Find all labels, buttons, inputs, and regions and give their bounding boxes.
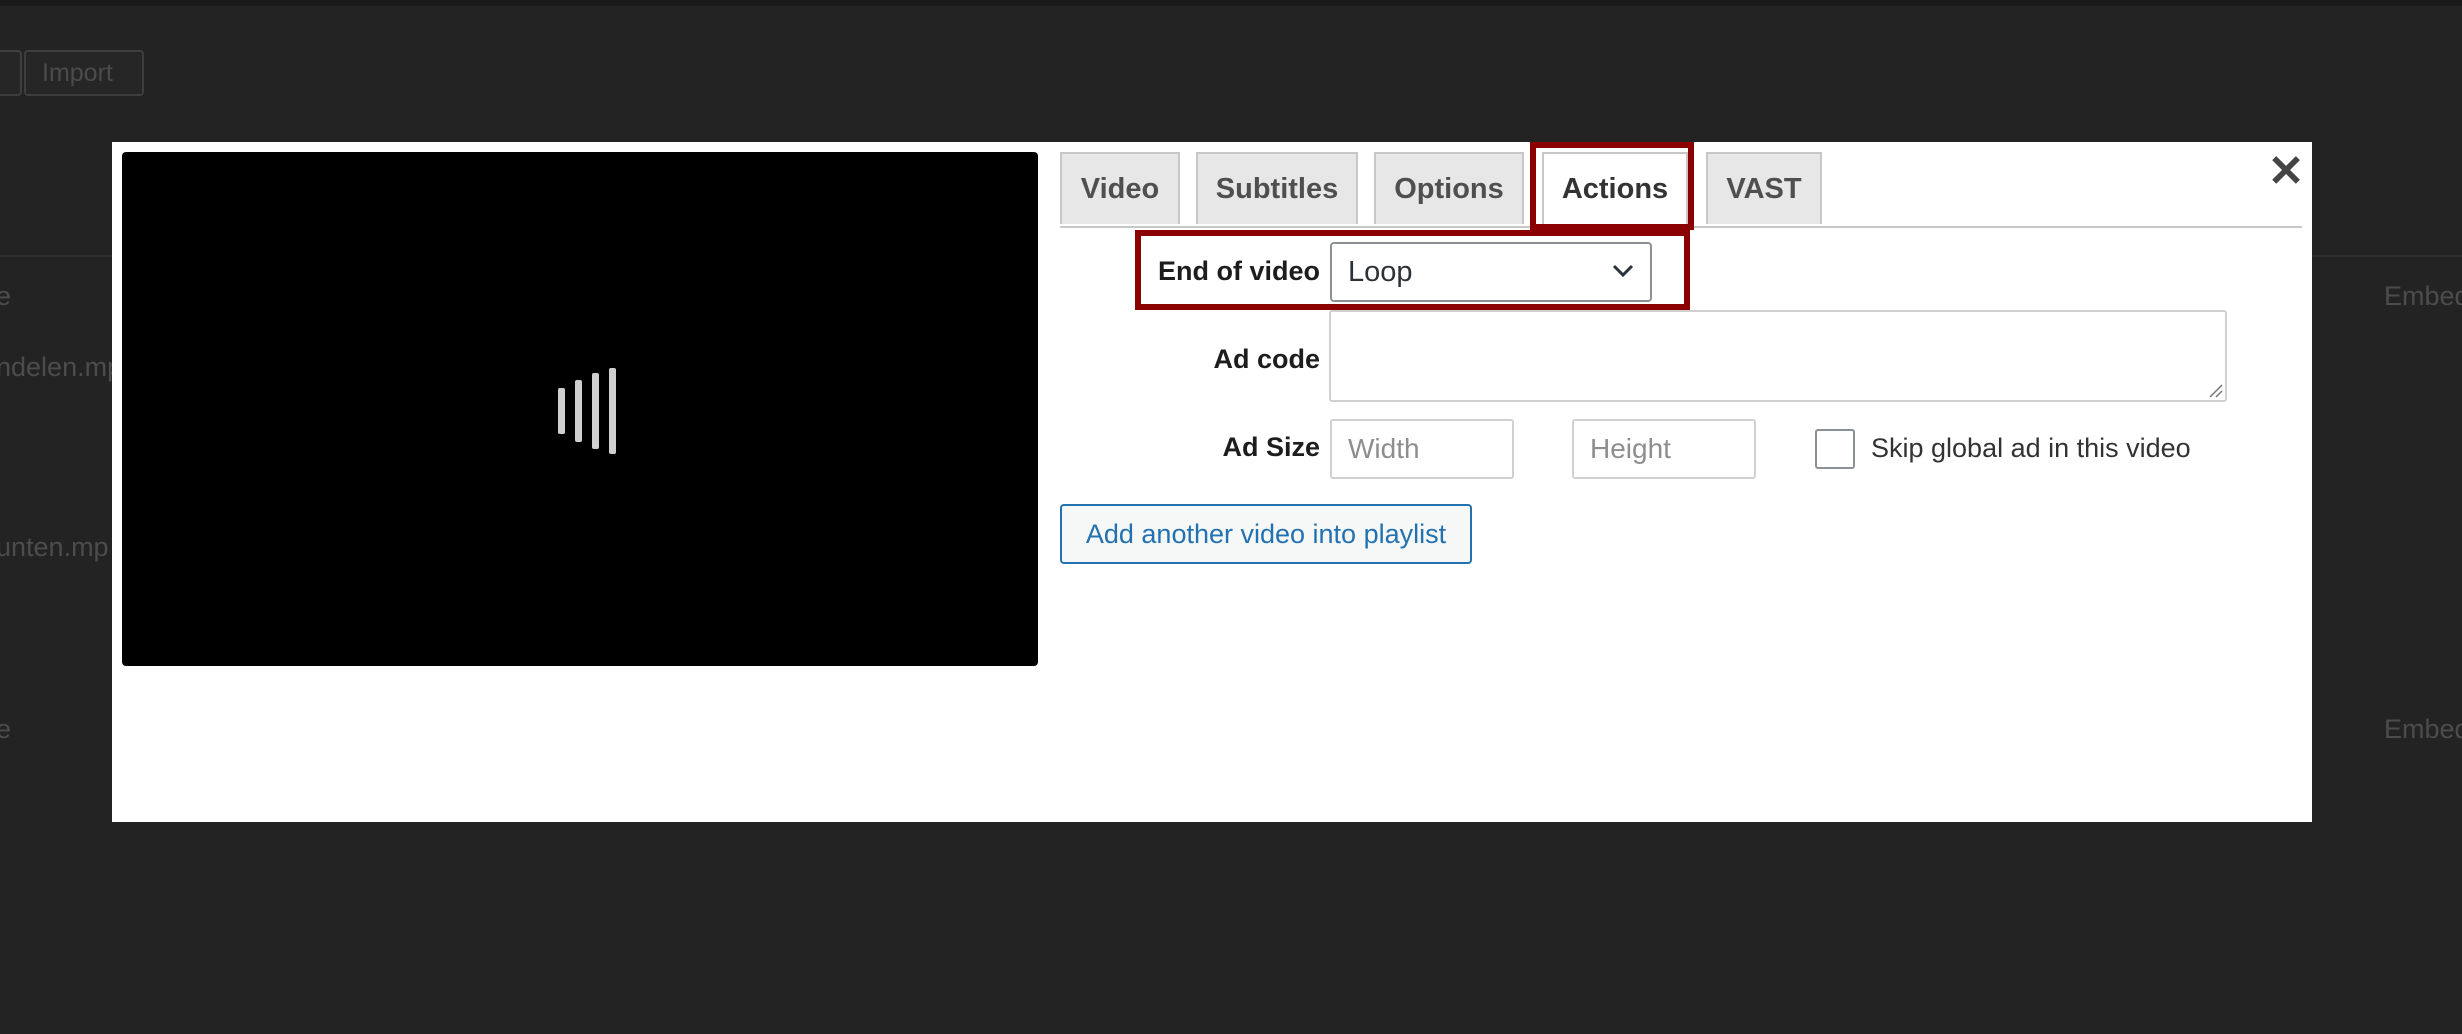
video-loading-icon bbox=[558, 368, 616, 454]
tab-options[interactable]: Options bbox=[1374, 152, 1524, 224]
add-video-to-playlist-button[interactable]: Add another video into playlist bbox=[1060, 504, 1472, 564]
background-row-text: e bbox=[0, 714, 12, 744]
tab-video[interactable]: Video bbox=[1060, 152, 1180, 224]
end-of-video-highlight bbox=[1135, 230, 1690, 310]
background-row-text: e bbox=[0, 281, 12, 311]
background-embed-text: Embed bbox=[2384, 714, 2462, 744]
ad-code-label: Ad code bbox=[1213, 344, 1320, 374]
background-divider bbox=[0, 255, 112, 257]
ad-height-input[interactable] bbox=[1572, 419, 1756, 479]
top-bar bbox=[0, 0, 2462, 6]
actions-tab-highlight bbox=[1530, 142, 1694, 230]
import-button: Import bbox=[24, 50, 144, 96]
background-row-text: ndelen.mp bbox=[0, 352, 123, 382]
ad-size-label: Ad Size bbox=[1222, 432, 1320, 462]
background-button bbox=[0, 50, 22, 96]
skip-global-ad-label[interactable]: Skip global ad in this video bbox=[1871, 433, 2191, 464]
resize-handle-icon[interactable] bbox=[2207, 382, 2223, 398]
skip-global-ad-checkbox[interactable] bbox=[1815, 429, 1855, 469]
ad-code-textarea[interactable] bbox=[1329, 310, 2227, 402]
ad-width-input[interactable] bbox=[1330, 419, 1514, 479]
video-player[interactable] bbox=[122, 152, 1038, 666]
tab-subtitles[interactable]: Subtitles bbox=[1196, 152, 1358, 224]
tab-vast[interactable]: VAST bbox=[1706, 152, 1822, 224]
background-embed-text: Embed bbox=[2384, 281, 2462, 311]
video-edit-modal: ✕ Video Subtitles Options Actions VAST E… bbox=[112, 142, 2312, 822]
background-divider bbox=[2312, 255, 2462, 257]
background-row-text: unten.mp bbox=[0, 532, 109, 562]
